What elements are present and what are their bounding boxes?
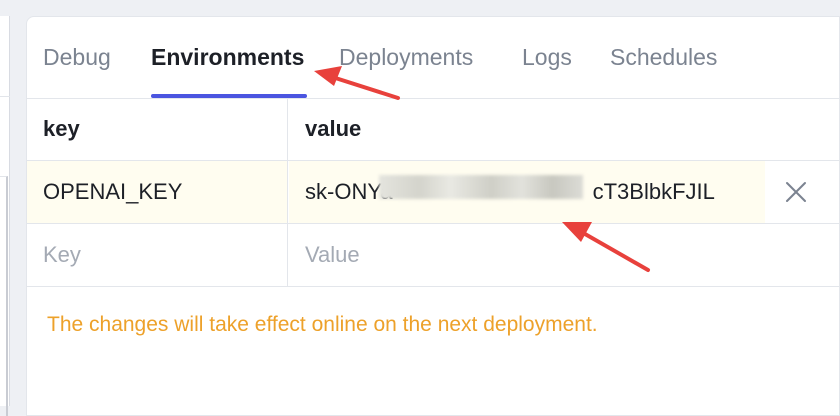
deployment-notice: The changes will take effect online on t…: [47, 313, 598, 336]
left-panel-scrollbar[interactable]: [0, 176, 8, 416]
tab-environments[interactable]: Environments: [151, 44, 304, 71]
tab-debug[interactable]: Debug: [43, 44, 111, 71]
tab-logs[interactable]: Logs: [522, 44, 572, 71]
column-header-key: key: [27, 98, 288, 160]
annotation-arrow-icon: [562, 222, 650, 272]
new-row: Key Value: [27, 224, 839, 287]
annotation-arrow-icon: [314, 66, 400, 100]
tab-bar: Debug Environments Deployments Logs Sche…: [27, 17, 839, 99]
tab-schedules[interactable]: Schedules: [610, 44, 717, 71]
table-header: key value: [27, 98, 839, 161]
remove-row-button[interactable]: [783, 179, 809, 205]
redaction-blur: [379, 175, 583, 199]
left-panel-divider: [0, 96, 10, 97]
new-key-input[interactable]: Key: [27, 224, 288, 286]
env-key-input[interactable]: OPENAI_KEY: [27, 161, 288, 223]
new-value-input[interactable]: Value: [289, 224, 765, 286]
env-value-end: cT3BlbkFJIL: [592, 179, 715, 204]
close-icon: [786, 182, 806, 202]
environment-panel: Debug Environments Deployments Logs Sche…: [26, 16, 840, 416]
left-panel: [0, 16, 10, 416]
